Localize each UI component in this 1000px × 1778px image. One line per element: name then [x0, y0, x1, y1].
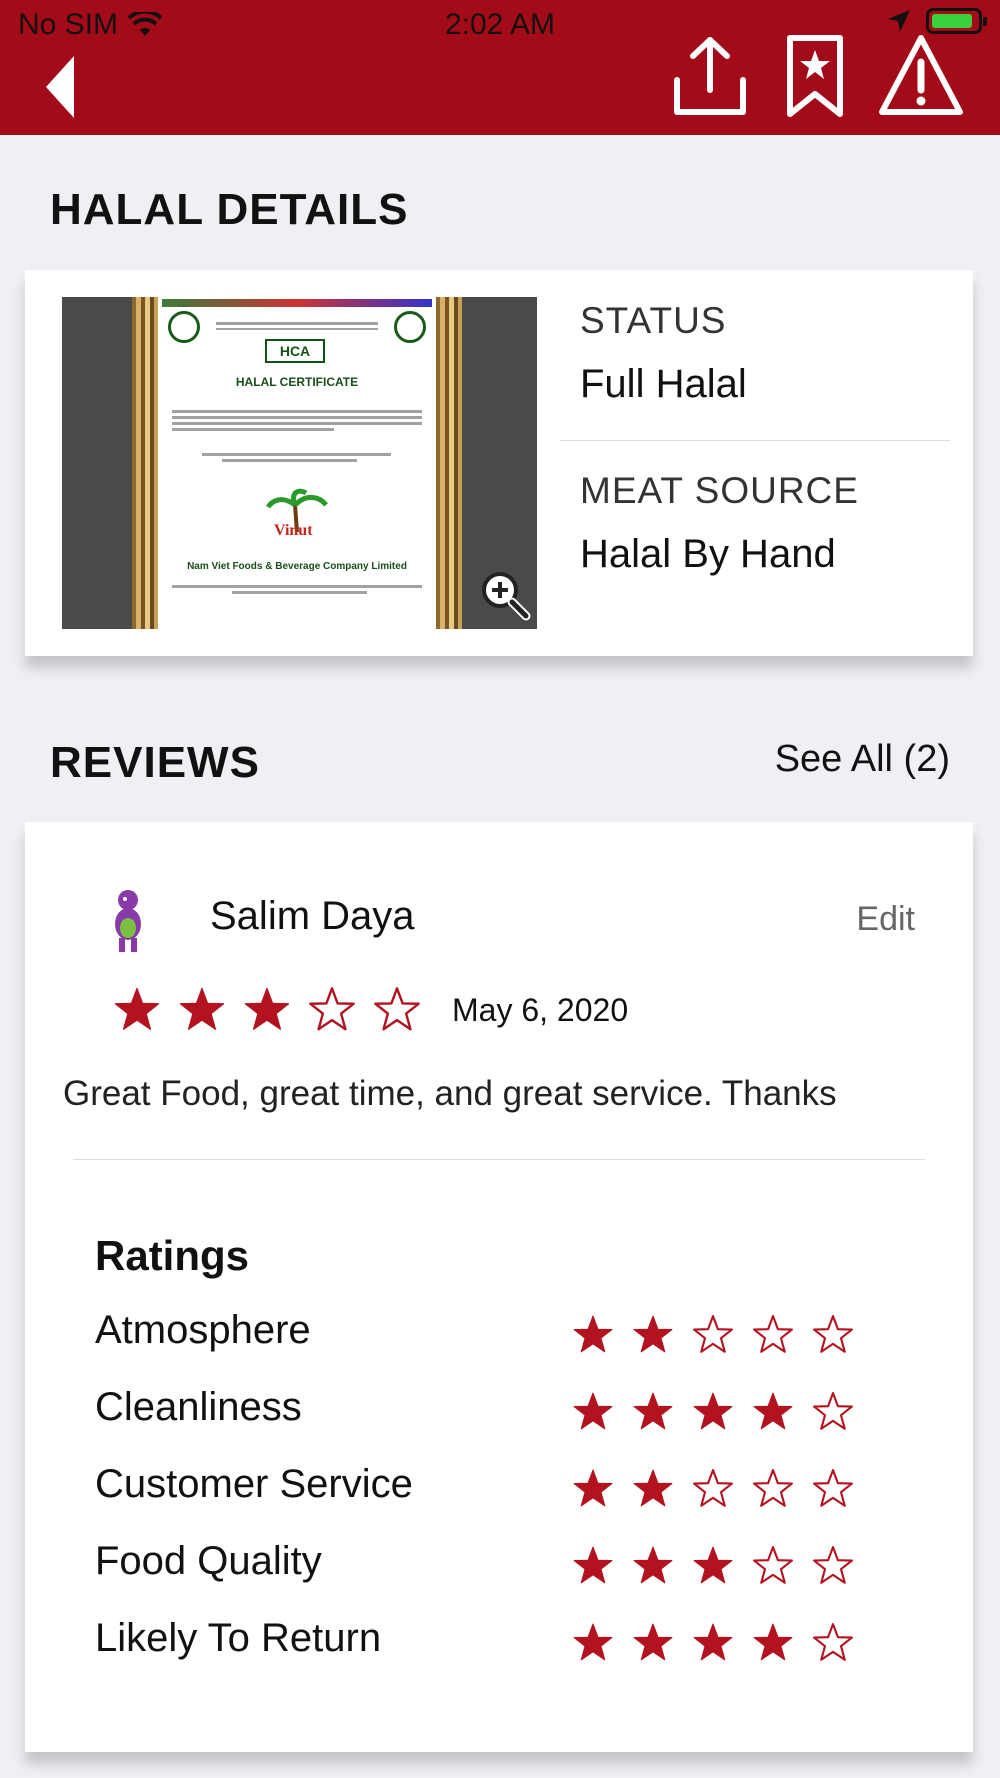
star-empty-icon	[693, 1315, 733, 1353]
rating-row-atmosphere: Atmosphere	[95, 1308, 895, 1368]
meat-source-label: MEAT SOURCE	[580, 470, 859, 511]
see-all-reviews-link[interactable]: See All (2)	[775, 738, 950, 781]
star-filled-icon	[753, 1392, 793, 1430]
star-empty-icon	[753, 1469, 793, 1507]
zoom-in-icon[interactable]	[479, 569, 531, 621]
status-label: STATUS	[580, 300, 727, 341]
top-bar: No SIM 2:02 AM	[0, 0, 1000, 135]
star-empty-icon	[813, 1546, 853, 1584]
certificate-image[interactable]: HCA HALAL CERTIFICATE Vinut Nam Viet Foo…	[62, 297, 537, 629]
certificate-paper: HCA HALAL CERTIFICATE Vinut Nam Viet Foo…	[132, 297, 462, 629]
star-filled-icon	[693, 1623, 733, 1661]
star-filled-icon	[633, 1315, 673, 1353]
star-empty-icon	[813, 1392, 853, 1430]
rating-stars	[572, 1622, 854, 1664]
rating-row-customer-service: Customer Service	[95, 1462, 895, 1522]
star-filled-icon	[573, 1546, 613, 1584]
star-filled-icon	[633, 1546, 673, 1584]
star-filled-icon	[633, 1392, 673, 1430]
rating-label: Likely To Return	[95, 1616, 382, 1660]
rating-stars	[572, 1545, 854, 1587]
star-filled-icon	[179, 987, 225, 1030]
rating-stars	[572, 1391, 854, 1433]
warning-icon[interactable]	[876, 32, 966, 122]
review-divider	[73, 1159, 925, 1160]
location-arrow-icon	[888, 10, 910, 32]
rating-row-likely-to-return: Likely To Return	[95, 1616, 895, 1676]
star-filled-icon	[573, 1392, 613, 1430]
star-filled-icon	[244, 987, 290, 1030]
review-text: Great Food, great time, and great servic…	[63, 1074, 837, 1113]
star-filled-icon	[693, 1546, 733, 1584]
star-empty-icon	[693, 1469, 733, 1507]
edit-review-link[interactable]: Edit	[856, 900, 915, 939]
star-filled-icon	[753, 1623, 793, 1661]
certificate-company: Nam Viet Foods & Beverage Company Limite…	[187, 561, 407, 572]
battery-icon	[926, 8, 987, 34]
star-filled-icon	[633, 1469, 673, 1507]
reviewer-name: Salim Daya	[210, 894, 415, 938]
palm-tree-logo: Vinut	[265, 488, 328, 537]
ratings-title: Ratings	[95, 1232, 250, 1279]
star-filled-icon	[573, 1315, 613, 1353]
rating-stars	[572, 1314, 854, 1356]
reviewer-avatar[interactable]	[103, 888, 153, 954]
back-arrow-icon[interactable]	[40, 52, 80, 122]
certificate-logo: HCA	[265, 339, 325, 363]
certificate-heading: HALAL CERTIFICATE	[235, 375, 359, 389]
star-empty-icon	[813, 1623, 853, 1661]
star-filled-icon	[693, 1392, 733, 1430]
rating-label: Atmosphere	[95, 1308, 311, 1352]
rating-row-cleanliness: Cleanliness	[95, 1385, 895, 1445]
rating-label: Food Quality	[95, 1539, 322, 1583]
star-filled-icon	[573, 1469, 613, 1507]
rating-label: Customer Service	[95, 1462, 413, 1506]
star-empty-icon	[374, 987, 420, 1031]
svg-text:Vinut: Vinut	[274, 522, 313, 537]
star-filled-icon	[114, 987, 160, 1030]
star-empty-icon	[813, 1469, 853, 1507]
rating-label: Cleanliness	[95, 1385, 302, 1429]
star-empty-icon	[309, 987, 355, 1031]
star-empty-icon	[753, 1546, 793, 1584]
star-empty-icon	[753, 1315, 793, 1353]
share-icon[interactable]	[665, 32, 755, 122]
review-date: May 6, 2020	[452, 992, 629, 1028]
status-right	[886, 8, 987, 34]
status-value: Full Halal	[580, 362, 747, 406]
star-filled-icon	[633, 1623, 673, 1661]
rating-row-food-quality: Food Quality	[95, 1539, 895, 1599]
review-star-rating	[113, 986, 421, 1034]
halal-details-card: HCA HALAL CERTIFICATE Vinut Nam Viet Foo…	[25, 270, 973, 656]
star-empty-icon	[813, 1315, 853, 1353]
rating-stars	[572, 1468, 854, 1510]
star-filled-icon	[573, 1623, 613, 1661]
reviews-title: REVIEWS	[50, 738, 260, 787]
bookmark-star-icon[interactable]	[770, 32, 860, 122]
halal-details-title: HALAL DETAILS	[50, 185, 409, 234]
details-divider	[560, 440, 950, 441]
meat-source-value: Halal By Hand	[580, 532, 836, 576]
review-card: Salim Daya Edit May 6, 2020 Great Food, …	[25, 822, 973, 1752]
